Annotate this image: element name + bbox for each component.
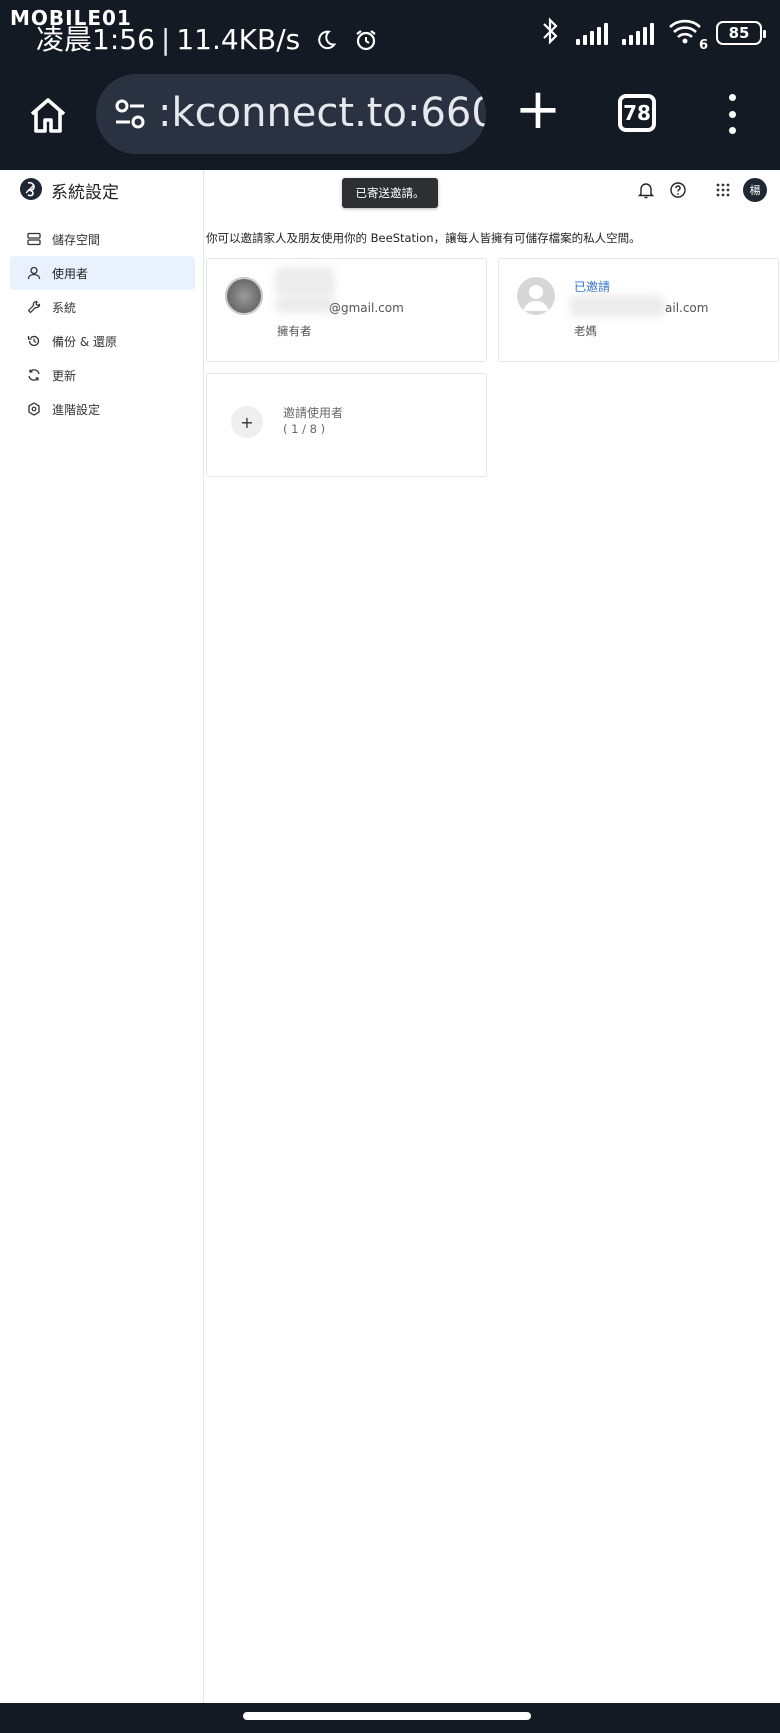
owner-avatar — [225, 277, 263, 315]
invited-email: ail.com — [665, 301, 709, 315]
sidebar-item-label: 備份 & 還原 — [52, 334, 117, 349]
sidebar-item-system[interactable]: 系統 — [10, 290, 195, 324]
sidebar-item-backup-restore[interactable]: 備份 & 還原 — [10, 324, 195, 358]
address-bar[interactable]: :kconnect.to:6601 — [96, 74, 486, 154]
system-nav-bar — [0, 1703, 780, 1733]
app-title: 系統設定 — [51, 183, 119, 203]
owner-user-card[interactable]: @gmail.com 擁有者 — [206, 258, 487, 362]
invite-user-count: ( 1 / 8 ) — [283, 422, 326, 436]
apps-grid-icon[interactable] — [713, 180, 733, 200]
sidebar-item-label: 進階設定 — [52, 402, 101, 417]
bluetooth-icon — [538, 16, 562, 50]
wifi-icon: 6 — [668, 17, 708, 53]
url-text[interactable]: :kconnect.to:6601 — [158, 90, 486, 136]
sidebar-item-label: 系統 — [52, 300, 77, 315]
bell-icon[interactable] — [636, 180, 656, 200]
tab-count: 78 — [623, 101, 651, 125]
invited-user-card[interactable]: 已邀請 ail.com 老媽 — [498, 258, 779, 362]
status-bar: MOBILE01 凌晨1:56 | 11.4KB/s 6 85 — [0, 0, 780, 70]
toast-message: 已寄送邀請。 — [342, 178, 438, 208]
status-icons: 6 85 — [538, 16, 766, 53]
more-menu-icon[interactable] — [720, 94, 744, 134]
redacted-email — [569, 295, 665, 317]
wrench-icon — [26, 299, 42, 315]
sidebar-item-users[interactable]: 使用者 — [10, 256, 195, 290]
invite-user-label: 邀請使用者 — [283, 406, 344, 420]
page-description: 你可以邀請家人及朋友使用你的 BeeStation，讓每人皆擁有可儲存檔案的私人… — [206, 231, 641, 245]
owner-email: @gmail.com — [329, 301, 404, 315]
user-icon — [26, 265, 42, 281]
wifi-badge: 6 — [698, 38, 708, 53]
signal-icon — [576, 21, 608, 45]
battery-icon: 85 — [716, 21, 766, 45]
clock: 凌晨1:56 — [36, 23, 155, 56]
redacted-name — [275, 267, 335, 297]
refresh-icon — [26, 367, 42, 383]
owner-role: 擁有者 — [277, 324, 312, 338]
sidebar-item-label: 使用者 — [52, 266, 89, 281]
avatar[interactable]: 楊 — [743, 178, 767, 202]
redacted-email — [275, 295, 337, 313]
signal-icon — [622, 21, 654, 45]
sidebar-item-label: 儲存空間 — [52, 232, 101, 247]
home-icon[interactable] — [24, 92, 72, 140]
beestation-logo-icon — [20, 178, 42, 200]
status-time: 凌晨1:56 | 11.4KB/s — [36, 18, 378, 58]
home-indicator[interactable] — [243, 1712, 531, 1720]
browser-toolbar: :kconnect.to:6601 + 78 — [0, 70, 780, 170]
invited-status: 已邀請 — [574, 280, 611, 294]
site-settings-icon[interactable] — [112, 96, 148, 132]
new-tab-icon[interactable]: + — [514, 82, 562, 142]
invited-nickname: 老媽 — [574, 324, 597, 338]
battery-level: 85 — [728, 24, 750, 42]
tabs-icon[interactable]: 78 — [618, 94, 656, 132]
sidebar: 系統設定 儲存空間 使用者 系統 備份 & 還原 更新 進階設定 — [0, 170, 204, 1703]
hexagon-settings-icon — [26, 401, 42, 417]
network-speed: 11.4KB/s — [176, 23, 301, 56]
app-container: 系統設定 儲存空間 使用者 系統 備份 & 還原 更新 進階設定 已寄送邀請。 … — [0, 170, 780, 1703]
sidebar-item-update[interactable]: 更新 — [10, 358, 195, 392]
backup-restore-icon — [26, 333, 42, 349]
invite-user-card[interactable]: + 邀請使用者 ( 1 / 8 ) — [206, 373, 487, 477]
moon-icon — [315, 25, 337, 50]
alarm-icon — [354, 26, 378, 51]
sidebar-nav: 儲存空間 使用者 系統 備份 & 還原 更新 進階設定 — [10, 222, 195, 426]
default-avatar-icon — [517, 277, 555, 315]
sidebar-item-advanced[interactable]: 進階設定 — [10, 392, 195, 426]
sidebar-item-storage[interactable]: 儲存空間 — [10, 222, 195, 256]
help-icon[interactable] — [668, 180, 688, 200]
sidebar-item-label: 更新 — [52, 368, 77, 383]
add-icon[interactable]: + — [231, 406, 263, 438]
storage-icon — [26, 231, 42, 247]
